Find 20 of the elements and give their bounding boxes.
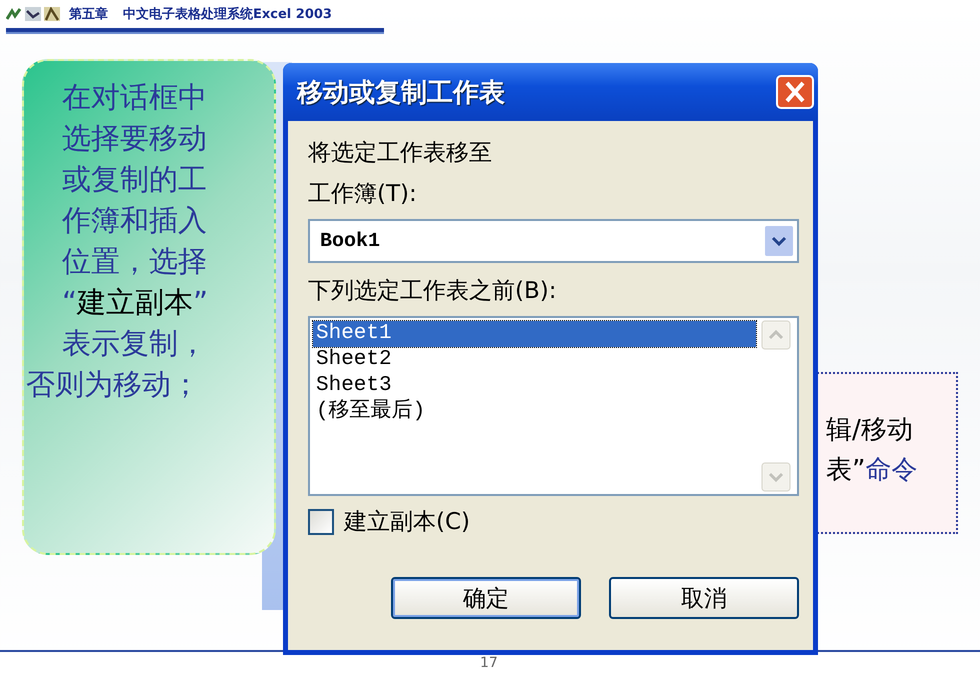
cancel-button[interactable]: 取消 [609, 577, 799, 619]
dialog-title: 移动或复制工作表 [297, 76, 505, 110]
position-label: 下列选定工作表之前(B): [308, 277, 558, 306]
sheet-item[interactable]: Sheet3 [313, 373, 756, 399]
header-title: 中文电子表格处理系统Excel 2003 [123, 6, 332, 23]
move-label: 将选定工作表移至 [308, 139, 493, 168]
workbook-dropdown[interactable]: Book1 [308, 219, 799, 263]
callout-text: 在对话框中 选择要移动 或复制的工 作簿和插入 位置，选择 “建立副本” 表示复制， 否则为移动； [25, 79, 210, 403]
chapter-title: 第五章 [69, 6, 108, 23]
close-icon[interactable] [776, 75, 814, 109]
ok-button[interactable]: 确定 [391, 577, 581, 619]
workbook-label: 工作簿(T): [308, 180, 418, 209]
page-number: 17 [480, 655, 498, 671]
workbook-value: Book1 [320, 230, 380, 252]
sheet-item[interactable]: (移至最后) [313, 399, 756, 425]
copy-checkbox[interactable] [308, 508, 334, 534]
note-text: 辑/移动 表”命令 [826, 414, 918, 487]
copy-label: 建立副本(C) [344, 508, 470, 537]
sheet-item[interactable]: Sheet1 [313, 321, 756, 347]
sheet-item[interactable]: Sheet2 [313, 347, 756, 373]
